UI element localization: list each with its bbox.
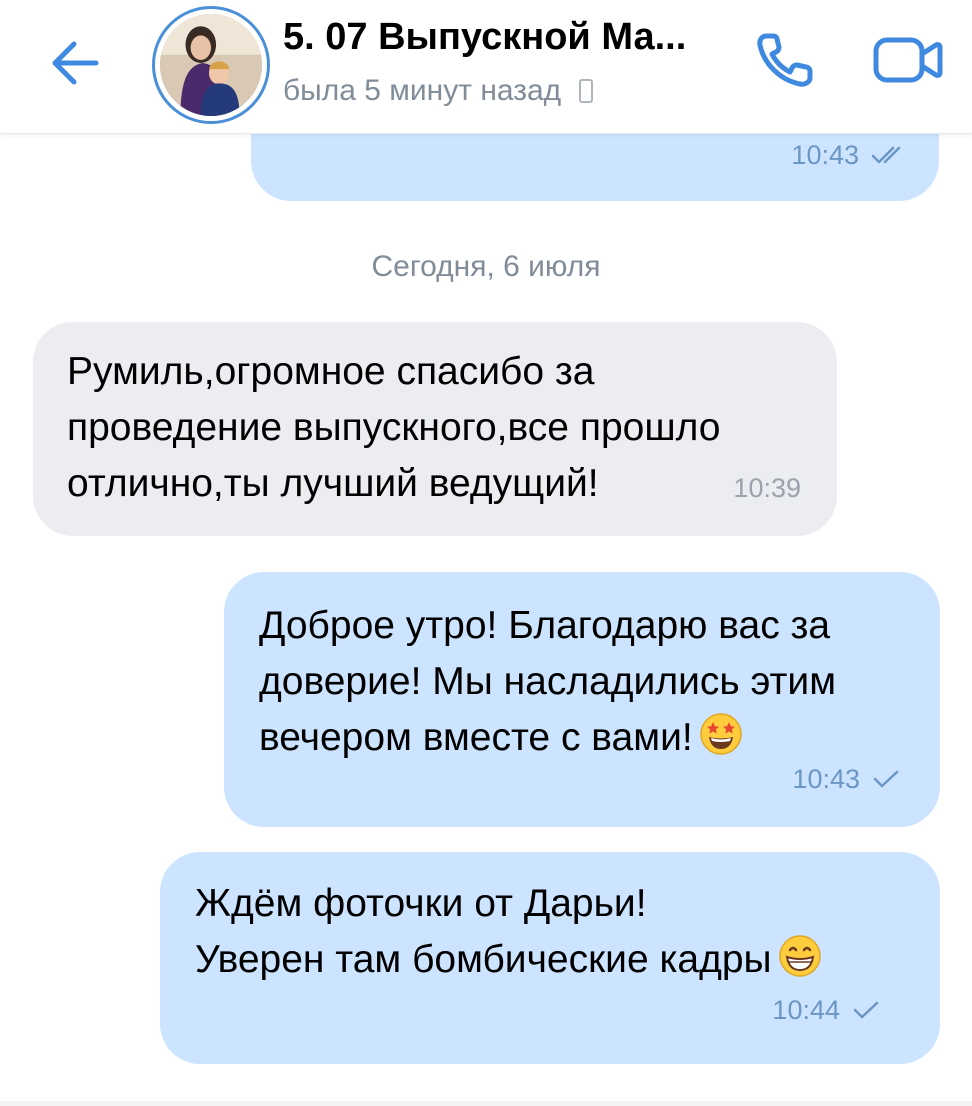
message-time: 10:43 [791, 140, 859, 170]
arrow-left-icon [52, 41, 99, 85]
message-text: Румиль,огромное спасибо за проведение вы… [67, 350, 721, 505]
check-icon [873, 770, 899, 788]
chat-avatar[interactable] [152, 6, 270, 124]
last-seen-text: была 5 минут назад [283, 74, 562, 107]
message-outgoing[interactable]: Доброе утро! Благодарю вас за доверие! М… [224, 572, 940, 827]
message-meta: 10:43 [792, 751, 900, 807]
chat-title[interactable]: 5. 07 Выпускной Ма... [283, 16, 686, 59]
star-struck-emoji [699, 712, 743, 772]
double-check-icon [871, 146, 901, 164]
message-text: Доброе утро! Благодарю вас за доверие! М… [259, 598, 940, 772]
message-time: 10:39 [733, 473, 801, 503]
chat-screen: 5. 07 Выпускной Ма... была 5 минут назад… [0, 0, 972, 1106]
message-meta: 10:44 [772, 982, 880, 1038]
message-text: Ждём фоточки от Дарьи! Уверен там бомбич… [195, 876, 940, 994]
call-button[interactable] [752, 28, 824, 90]
check-icon [853, 1001, 879, 1019]
mobile-device-icon [579, 79, 594, 103]
message-incoming[interactable]: Румиль,огромное спасибо за проведение вы… [33, 322, 837, 536]
message-time: 10:44 [772, 995, 840, 1025]
video-camera-icon [873, 37, 943, 83]
message-time: 10:43 [792, 764, 860, 794]
avatar-photo [160, 14, 262, 116]
message-body: Ждём фоточки от Дарьи! Уверен там бомбич… [195, 882, 772, 981]
date-separator: Сегодня, 6 июля [371, 250, 601, 283]
message-meta: 10:43 [791, 127, 905, 183]
phone-icon [757, 33, 813, 87]
avatar [160, 14, 262, 116]
video-call-button[interactable] [870, 30, 946, 90]
composer-divider [0, 1101, 972, 1106]
chat-header: 5. 07 Выпускной Ма... была 5 минут назад [0, 0, 972, 134]
message-meta: 10:39 [733, 460, 801, 516]
chat-status: была 5 минут назад [283, 74, 594, 108]
back-button[interactable] [40, 28, 110, 98]
message-body: Доброе утро! Благодарю вас за доверие! М… [259, 604, 837, 759]
message-outgoing[interactable]: Ждём фоточки от Дарьи! Уверен там бомбич… [160, 852, 940, 1064]
